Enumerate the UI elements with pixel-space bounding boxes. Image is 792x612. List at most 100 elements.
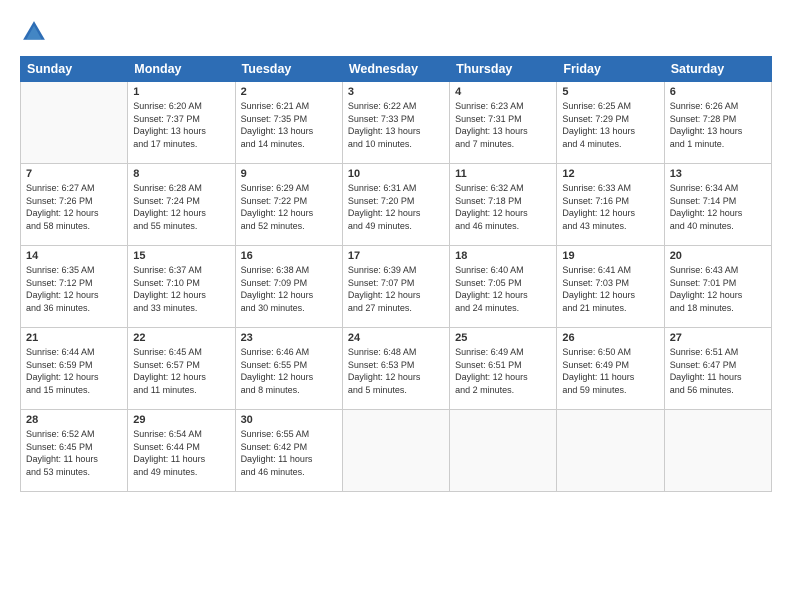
calendar-cell: 5 Sunrise: 6:25 AM Sunset: 7:29 PM Daylig… (557, 82, 664, 164)
cell-info: Sunrise: 6:50 AM Sunset: 6:49 PM Dayligh… (562, 346, 658, 396)
calendar-cell (664, 410, 771, 492)
calendar-cell: 25 Sunrise: 6:49 AM Sunset: 6:51 PM Dayli… (450, 328, 557, 410)
day-number: 2 (241, 86, 337, 98)
calendar-header-row: SundayMondayTuesdayWednesdayThursdayFrid… (21, 57, 772, 82)
calendar-cell: 29 Sunrise: 6:54 AM Sunset: 6:44 PM Dayli… (128, 410, 235, 492)
day-number: 26 (562, 332, 658, 344)
day-number: 14 (26, 250, 122, 262)
cell-info: Sunrise: 6:49 AM Sunset: 6:51 PM Dayligh… (455, 346, 551, 396)
cell-info: Sunrise: 6:31 AM Sunset: 7:20 PM Dayligh… (348, 182, 444, 232)
cell-info: Sunrise: 6:35 AM Sunset: 7:12 PM Dayligh… (26, 264, 122, 314)
cell-info: Sunrise: 6:21 AM Sunset: 7:35 PM Dayligh… (241, 100, 337, 150)
calendar-cell: 10 Sunrise: 6:31 AM Sunset: 7:20 PM Dayli… (342, 164, 449, 246)
calendar-week-row: 14 Sunrise: 6:35 AM Sunset: 7:12 PM Dayli… (21, 246, 772, 328)
day-number: 16 (241, 250, 337, 262)
cell-info: Sunrise: 6:26 AM Sunset: 7:28 PM Dayligh… (670, 100, 766, 150)
weekday-header: Saturday (664, 57, 771, 82)
day-number: 8 (133, 168, 229, 180)
cell-info: Sunrise: 6:37 AM Sunset: 7:10 PM Dayligh… (133, 264, 229, 314)
weekday-header: Friday (557, 57, 664, 82)
day-number: 24 (348, 332, 444, 344)
cell-info: Sunrise: 6:55 AM Sunset: 6:42 PM Dayligh… (241, 428, 337, 478)
calendar-cell: 14 Sunrise: 6:35 AM Sunset: 7:12 PM Dayli… (21, 246, 128, 328)
calendar-cell: 22 Sunrise: 6:45 AM Sunset: 6:57 PM Dayli… (128, 328, 235, 410)
cell-info: Sunrise: 6:22 AM Sunset: 7:33 PM Dayligh… (348, 100, 444, 150)
calendar-cell: 30 Sunrise: 6:55 AM Sunset: 6:42 PM Dayli… (235, 410, 342, 492)
calendar-cell: 3 Sunrise: 6:22 AM Sunset: 7:33 PM Daylig… (342, 82, 449, 164)
calendar-week-row: 7 Sunrise: 6:27 AM Sunset: 7:26 PM Daylig… (21, 164, 772, 246)
logo-icon (20, 18, 48, 46)
day-number: 28 (26, 414, 122, 426)
cell-info: Sunrise: 6:29 AM Sunset: 7:22 PM Dayligh… (241, 182, 337, 232)
day-number: 10 (348, 168, 444, 180)
cell-info: Sunrise: 6:27 AM Sunset: 7:26 PM Dayligh… (26, 182, 122, 232)
calendar-cell: 15Sunrise: 6:37 AM Sunset: 7:10 PM Dayli… (128, 246, 235, 328)
day-number: 4 (455, 86, 551, 98)
calendar-cell: 26 Sunrise: 6:50 AM Sunset: 6:49 PM Dayli… (557, 328, 664, 410)
day-number: 29 (133, 414, 229, 426)
calendar-cell: 8 Sunrise: 6:28 AM Sunset: 7:24 PM Daylig… (128, 164, 235, 246)
cell-info: Sunrise: 6:54 AM Sunset: 6:44 PM Dayligh… (133, 428, 229, 478)
day-number: 17 (348, 250, 444, 262)
calendar-cell: 23Sunrise: 6:46 AM Sunset: 6:55 PM Dayli… (235, 328, 342, 410)
day-number: 18 (455, 250, 551, 262)
cell-info: Sunrise: 6:39 AM Sunset: 7:07 PM Dayligh… (348, 264, 444, 314)
day-number: 5 (562, 86, 658, 98)
calendar-cell: 21 Sunrise: 6:44 AM Sunset: 6:59 PM Dayli… (21, 328, 128, 410)
calendar-cell: 12Sunrise: 6:33 AM Sunset: 7:16 PM Dayli… (557, 164, 664, 246)
day-number: 23 (241, 332, 337, 344)
calendar-cell: 17 Sunrise: 6:39 AM Sunset: 7:07 PM Dayli… (342, 246, 449, 328)
calendar-cell: 7 Sunrise: 6:27 AM Sunset: 7:26 PM Daylig… (21, 164, 128, 246)
calendar-cell: 27 Sunrise: 6:51 AM Sunset: 6:47 PM Dayli… (664, 328, 771, 410)
calendar-cell (342, 410, 449, 492)
day-number: 9 (241, 168, 337, 180)
calendar-table: SundayMondayTuesdayWednesdayThursdayFrid… (20, 56, 772, 492)
weekday-header: Wednesday (342, 57, 449, 82)
cell-info: Sunrise: 6:52 AM Sunset: 6:45 PM Dayligh… (26, 428, 122, 478)
calendar-cell (21, 82, 128, 164)
header (20, 18, 772, 46)
cell-info: Sunrise: 6:41 AM Sunset: 7:03 PM Dayligh… (562, 264, 658, 314)
cell-info: Sunrise: 6:25 AM Sunset: 7:29 PM Dayligh… (562, 100, 658, 150)
page: SundayMondayTuesdayWednesdayThursdayFrid… (0, 0, 792, 612)
calendar-cell: 18Sunrise: 6:40 AM Sunset: 7:05 PM Dayli… (450, 246, 557, 328)
day-number: 30 (241, 414, 337, 426)
cell-info: Sunrise: 6:34 AM Sunset: 7:14 PM Dayligh… (670, 182, 766, 232)
weekday-header: Thursday (450, 57, 557, 82)
day-number: 27 (670, 332, 766, 344)
cell-info: Sunrise: 6:33 AM Sunset: 7:16 PM Dayligh… (562, 182, 658, 232)
calendar-cell (450, 410, 557, 492)
cell-info: Sunrise: 6:38 AM Sunset: 7:09 PM Dayligh… (241, 264, 337, 314)
calendar-cell: 11Sunrise: 6:32 AM Sunset: 7:18 PM Dayli… (450, 164, 557, 246)
calendar-cell: 9 Sunrise: 6:29 AM Sunset: 7:22 PM Daylig… (235, 164, 342, 246)
day-number: 3 (348, 86, 444, 98)
calendar-week-row: 28 Sunrise: 6:52 AM Sunset: 6:45 PM Dayli… (21, 410, 772, 492)
calendar-cell: 4 Sunrise: 6:23 AM Sunset: 7:31 PM Daylig… (450, 82, 557, 164)
calendar-cell: 20Sunrise: 6:43 AM Sunset: 7:01 PM Dayli… (664, 246, 771, 328)
calendar-cell: 24 Sunrise: 6:48 AM Sunset: 6:53 PM Dayli… (342, 328, 449, 410)
day-number: 19 (562, 250, 658, 262)
day-number: 21 (26, 332, 122, 344)
day-number: 6 (670, 86, 766, 98)
cell-info: Sunrise: 6:44 AM Sunset: 6:59 PM Dayligh… (26, 346, 122, 396)
cell-info: Sunrise: 6:20 AM Sunset: 7:37 PM Dayligh… (133, 100, 229, 150)
weekday-header: Monday (128, 57, 235, 82)
calendar-cell: 1 Sunrise: 6:20 AM Sunset: 7:37 PM Daylig… (128, 82, 235, 164)
cell-info: Sunrise: 6:28 AM Sunset: 7:24 PM Dayligh… (133, 182, 229, 232)
calendar-week-row: 21 Sunrise: 6:44 AM Sunset: 6:59 PM Dayli… (21, 328, 772, 410)
calendar-cell: 28 Sunrise: 6:52 AM Sunset: 6:45 PM Dayli… (21, 410, 128, 492)
day-number: 22 (133, 332, 229, 344)
day-number: 1 (133, 86, 229, 98)
calendar-cell: 13 Sunrise: 6:34 AM Sunset: 7:14 PM Dayli… (664, 164, 771, 246)
logo (20, 18, 52, 46)
calendar-cell: 16 Sunrise: 6:38 AM Sunset: 7:09 PM Dayli… (235, 246, 342, 328)
cell-info: Sunrise: 6:45 AM Sunset: 6:57 PM Dayligh… (133, 346, 229, 396)
day-number: 13 (670, 168, 766, 180)
cell-info: Sunrise: 6:23 AM Sunset: 7:31 PM Dayligh… (455, 100, 551, 150)
day-number: 11 (455, 168, 551, 180)
weekday-header: Tuesday (235, 57, 342, 82)
cell-info: Sunrise: 6:48 AM Sunset: 6:53 PM Dayligh… (348, 346, 444, 396)
day-number: 7 (26, 168, 122, 180)
day-number: 25 (455, 332, 551, 344)
cell-info: Sunrise: 6:51 AM Sunset: 6:47 PM Dayligh… (670, 346, 766, 396)
